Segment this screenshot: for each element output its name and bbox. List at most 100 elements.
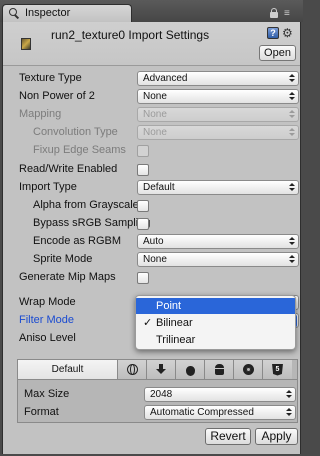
- tab-default[interactable]: Default: [18, 360, 118, 379]
- popup-item-point[interactable]: Point: [136, 298, 295, 314]
- chevron-updown-icon: [289, 74, 295, 83]
- blackberry-icon: [242, 364, 254, 375]
- row-sprite-mode: Sprite Mode None: [3, 251, 300, 269]
- row-non-power-of-2: Non Power of 2 None: [3, 88, 300, 106]
- field-label: Sprite Mode: [33, 253, 93, 265]
- chevron-updown-icon: [289, 128, 295, 137]
- max-size-row: Max Size 2048: [18, 386, 297, 404]
- field-label: Alpha from Grayscale: [33, 198, 139, 211]
- field-label: Wrap Mode: [19, 296, 76, 308]
- row-alpha-from-grayscale: Alpha from Grayscale: [3, 197, 300, 215]
- download-icon: [156, 364, 166, 375]
- android-icon: [214, 364, 224, 375]
- popup-item-trilinear[interactable]: Trilinear: [136, 332, 295, 348]
- field-label: Generate Mip Maps: [19, 271, 116, 284]
- max-size-value: 2048: [150, 389, 173, 400]
- field-label: Fixup Edge Seams: [33, 144, 126, 157]
- popup-item-label: Trilinear: [156, 334, 196, 346]
- row-convolution-type: Convolution Type None: [3, 124, 300, 142]
- dropdown-import-type[interactable]: Default: [137, 179, 299, 195]
- format-label: Format: [24, 406, 59, 418]
- tab-blackberry[interactable]: [234, 360, 263, 379]
- help-icon[interactable]: ?: [267, 27, 279, 39]
- dropdown-value: Default: [143, 181, 175, 193]
- row-generate-mip-maps: Generate Mip Maps: [3, 269, 300, 287]
- tab-title: Inspector: [25, 7, 71, 19]
- texture-asset-icon: [21, 38, 31, 50]
- dropdown-sprite-mode[interactable]: None: [137, 252, 299, 267]
- dropdown-value: Auto: [143, 235, 164, 247]
- format-dropdown[interactable]: Automatic Compressed: [144, 405, 296, 420]
- field-label: Bypass sRGB Sampling: [33, 216, 151, 229]
- apple-icon: [185, 365, 195, 376]
- row-import-type: Import Type Default: [3, 179, 300, 197]
- tab-standalone[interactable]: [147, 360, 176, 379]
- chevron-updown-icon: [289, 92, 295, 101]
- checkbox-alpha-from-grayscale[interactable]: [137, 199, 149, 212]
- chevron-updown-icon: [289, 255, 295, 264]
- chevron-updown-icon: [286, 408, 292, 417]
- apply-button[interactable]: Apply: [255, 428, 298, 445]
- field-label: Filter Mode: [19, 314, 75, 326]
- popup-item-label: Bilinear: [156, 317, 193, 329]
- format-row: Format Automatic Compressed: [18, 404, 297, 422]
- checkbox-fixup-edge-seams: [137, 145, 149, 158]
- tab-web[interactable]: [118, 360, 147, 379]
- dropdown-encode-as-rgbm[interactable]: Auto: [137, 233, 299, 249]
- checkbox-generate-mip-maps[interactable]: [137, 272, 149, 285]
- popup-item-bilinear[interactable]: ✓ Bilinear: [136, 315, 295, 331]
- chevron-updown-icon: [289, 110, 295, 119]
- dropdown-value: Advanced: [143, 73, 188, 84]
- field-label: Mapping: [19, 108, 62, 121]
- row-mapping: Mapping None: [3, 106, 300, 124]
- platform-tabs: Default 5: [18, 360, 297, 380]
- tab-inspector[interactable]: Inspector: [2, 4, 132, 22]
- checkbox-bypass-srgb-sampling[interactable]: [137, 217, 149, 230]
- checkbox-read-write-enabled[interactable]: [137, 163, 149, 176]
- dropdown-value: None: [143, 109, 167, 121]
- dropdown-texture-type[interactable]: Advanced: [137, 71, 299, 86]
- chevron-updown-icon: [289, 182, 295, 192]
- dropdown-value: None: [143, 254, 167, 265]
- max-size-dropdown[interactable]: 2048: [144, 387, 296, 402]
- tab-ios[interactable]: [176, 360, 205, 379]
- row-encode-as-rgbm: Encode as RGBM Auto: [3, 233, 300, 251]
- tab-strip: Inspector ≡: [0, 0, 303, 22]
- field-label: Texture Type: [19, 72, 82, 84]
- inspector-icon: [9, 8, 20, 19]
- row-bypass-srgb-sampling: Bypass sRGB Sampling: [3, 215, 300, 233]
- row-texture-type: Texture Type Advanced: [3, 70, 300, 88]
- lock-icon[interactable]: [270, 8, 278, 18]
- panel-menu-icon[interactable]: ≡: [284, 9, 290, 19]
- row-fixup-edge-seams: Fixup Edge Seams: [3, 142, 300, 160]
- page-title: run2_texture0 Import Settings: [51, 28, 210, 42]
- dropdown-convolution-type: None: [137, 125, 299, 141]
- field-label: Encode as RGBM: [33, 234, 122, 247]
- revert-button[interactable]: Revert: [205, 428, 251, 445]
- field-label: Convolution Type: [33, 126, 118, 139]
- open-button[interactable]: Open: [259, 45, 296, 61]
- chevron-updown-icon: [286, 390, 292, 399]
- popup-item-label: Point: [156, 300, 182, 312]
- tab-android[interactable]: [205, 360, 234, 379]
- gear-icon[interactable]: ⚙: [282, 27, 296, 39]
- field-label: Import Type: [19, 180, 77, 193]
- field-label: Read/Write Enabled: [19, 162, 118, 175]
- filter-mode-popup-menu: Point ✓ Bilinear Trilinear: [135, 295, 296, 350]
- tab-webgl[interactable]: 5: [263, 360, 292, 379]
- chevron-updown-icon: [289, 236, 295, 246]
- dropdown-value: None: [143, 127, 167, 139]
- row-read-write-enabled: Read/Write Enabled: [3, 161, 300, 179]
- field-label: Aniso Level: [19, 332, 76, 344]
- field-label: Non Power of 2: [19, 90, 95, 103]
- inspector-panel: run2_texture0 Import Settings ? ⚙ Open T…: [2, 22, 301, 454]
- check-icon: ✓: [143, 317, 153, 329]
- import-settings-header: run2_texture0 Import Settings ? ⚙ Open: [3, 22, 300, 66]
- dropdown-value: None: [143, 91, 167, 103]
- dropdown-mapping: None: [137, 107, 299, 123]
- globe-icon: [126, 364, 138, 375]
- platform-settings: Default 5 Max Size 2048 Format Automatic…: [17, 359, 298, 423]
- format-value: Automatic Compressed: [150, 407, 254, 418]
- max-size-label: Max Size: [24, 388, 70, 400]
- dropdown-non-power-of-2[interactable]: None: [137, 89, 299, 105]
